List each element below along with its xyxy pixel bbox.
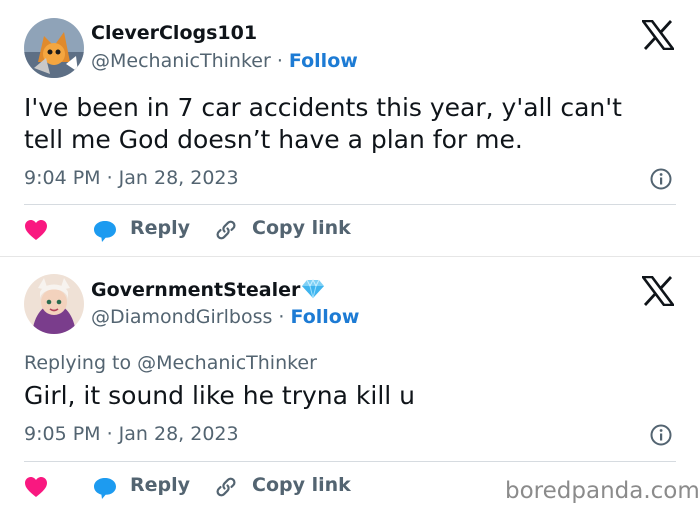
handle-line: @DiamondGirlboss · Follow	[91, 306, 359, 328]
reply-button[interactable]: Reply	[130, 474, 190, 496]
x-logo-icon[interactable]	[640, 19, 676, 51]
diamond-icon	[301, 278, 325, 299]
reply-button[interactable]: Reply	[130, 217, 190, 239]
divider	[24, 461, 676, 462]
separator: ·	[270, 50, 289, 72]
reply-icon[interactable]	[92, 476, 118, 500]
avatar[interactable]	[24, 274, 84, 334]
display-name[interactable]: CleverClogs101	[91, 22, 257, 44]
x-logo-icon[interactable]	[640, 275, 676, 307]
handle[interactable]: @DiamondGirlboss	[91, 306, 272, 328]
info-icon[interactable]	[650, 424, 672, 446]
heart-icon[interactable]	[24, 476, 48, 498]
link-icon[interactable]	[214, 218, 238, 242]
heart-icon[interactable]	[24, 219, 48, 241]
handle-line: @MechanicThinker · Follow	[91, 50, 358, 72]
link-icon[interactable]	[214, 475, 238, 499]
divider	[24, 204, 676, 205]
reply-icon[interactable]	[92, 219, 118, 243]
info-icon[interactable]	[650, 168, 672, 190]
tweet-separator	[0, 256, 700, 257]
copy-link-button[interactable]: Copy link	[252, 217, 351, 239]
separator: ·	[272, 306, 291, 328]
copy-link-button[interactable]: Copy link	[252, 474, 351, 496]
follow-button[interactable]: Follow	[289, 50, 358, 72]
watermark: boredpanda.com	[505, 478, 700, 504]
handle[interactable]: @MechanicThinker	[91, 50, 271, 72]
timestamp[interactable]: 9:04 PM · Jan 28, 2023	[24, 167, 239, 189]
tweet-card: CleverClogs101 @MechanicThinker · Follow…	[0, 0, 700, 256]
tweet-text: Girl, it sound like he tryna kill u	[24, 381, 416, 410]
display-name-line: GovernmentStealer	[91, 278, 325, 301]
follow-button[interactable]: Follow	[291, 306, 360, 328]
display-name[interactable]: GovernmentStealer	[91, 279, 300, 301]
tweet-text: I've been in 7 car accidents this year, …	[24, 93, 622, 154]
replying-to[interactable]: Replying to @MechanicThinker	[24, 352, 317, 374]
avatar[interactable]	[24, 18, 84, 78]
action-bar: Reply Copy link	[24, 215, 684, 245]
timestamp[interactable]: 9:05 PM · Jan 28, 2023	[24, 423, 239, 445]
